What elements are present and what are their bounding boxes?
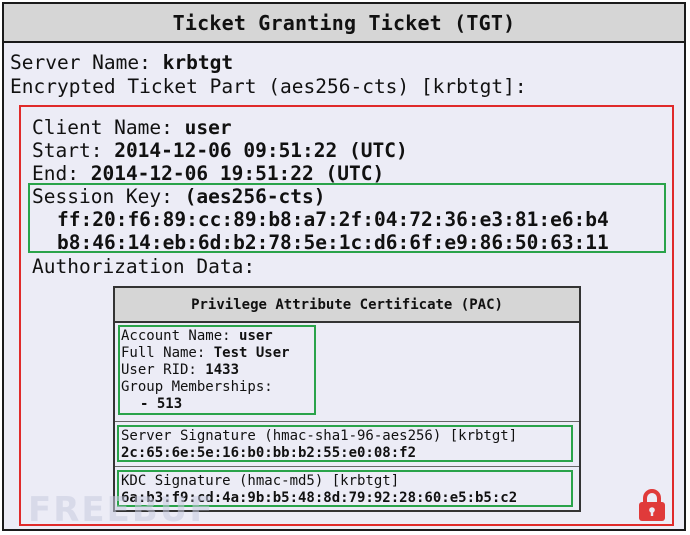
lock-icon — [639, 489, 665, 521]
full-name-line: Full Name: Test User — [121, 345, 290, 361]
start-value: 2014-12-06 09:51:22 (UTC) — [114, 139, 408, 162]
user-rid-line: User RID: 1433 — [121, 362, 239, 378]
end-value: 2014-12-06 19:51:22 (UTC) — [90, 162, 385, 185]
client-name-label: Client Name: — [32, 116, 173, 139]
end-label: End: — [32, 162, 79, 185]
server-name-line: Server Name: krbtgt — [10, 51, 233, 74]
session-key-bytes-2: b8:46:14:eb:6d:b2:78:5e:1c:d6:6f:e9:86:5… — [57, 231, 609, 254]
tgt-diagram: Ticket Granting Ticket (TGT) Server Name… — [2, 2, 686, 531]
full-name-value: Test User — [213, 345, 290, 361]
group-memberships-label: Group Memberships: — [121, 379, 273, 395]
user-rid-value: 1433 — [205, 362, 240, 378]
encrypted-ticket-part: Encrypted Ticket Part (aes256-cts) [krbt… — [10, 75, 527, 98]
start-line: Start: 2014-12-06 09:51:22 (UTC) — [32, 139, 408, 162]
session-key-type: (aes256-cts) — [184, 185, 326, 208]
pac-title: Privilege Attribute Certificate (PAC) — [115, 288, 579, 323]
start-label: Start: — [32, 139, 103, 162]
account-name-value: user — [239, 328, 273, 344]
pac-box: Privilege Attribute Certificate (PAC) Ac… — [113, 286, 581, 512]
watermark-logo: FREEBUF — [28, 490, 215, 530]
session-key-label: Session Key: — [32, 185, 173, 208]
full-name-label: Full Name: — [121, 345, 206, 361]
server-name-value: krbtgt — [162, 51, 234, 74]
account-name-line: Account Name: user — [121, 328, 273, 344]
server-signature-value: 2c:65:6e:5e:16:b0:bb:b2:55:e0:08:f2 — [121, 445, 417, 461]
client-name-value: user — [184, 116, 232, 139]
user-rid-label: User RID: — [121, 362, 197, 378]
server-name-label: Server Name: — [10, 51, 151, 74]
pac-divider — [115, 421, 579, 422]
pac-divider — [115, 466, 579, 467]
group-member: - 513 — [140, 396, 183, 412]
authorization-data-label: Authorization Data: — [32, 255, 256, 278]
tgt-title: Ticket Granting Ticket (TGT) — [4, 4, 684, 43]
account-name-label: Account Name: — [121, 328, 231, 344]
end-line: End: 2014-12-06 19:51:22 (UTC) — [32, 162, 384, 185]
session-key-line: Session Key: (aes256-cts) — [32, 185, 326, 208]
server-signature-label: Server Signature (hmac-sha1-96-aes256) [… — [121, 428, 518, 444]
kdc-signature-label: KDC Signature (hmac-md5) [krbtgt] — [121, 473, 400, 489]
client-name-line: Client Name: user — [32, 116, 232, 139]
session-key-bytes-1: ff:20:f6:89:cc:89:b8:a7:2f:04:72:36:e3:8… — [57, 208, 609, 231]
